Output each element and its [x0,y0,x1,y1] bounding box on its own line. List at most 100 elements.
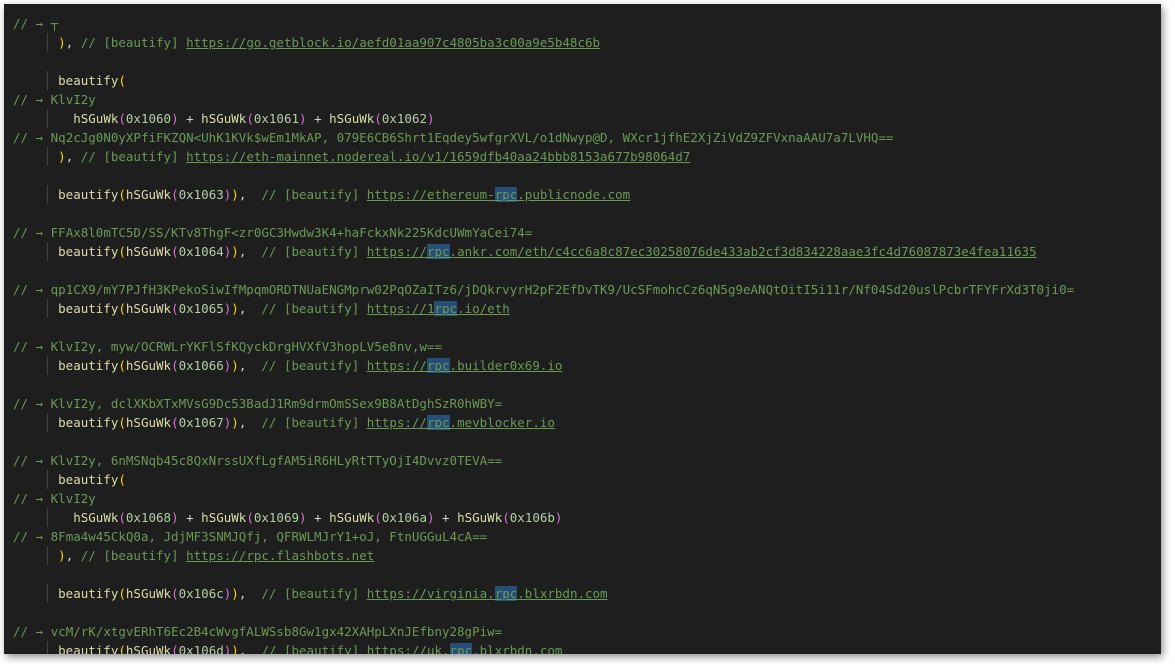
paren: ) [231,244,239,259]
indent-guide [47,33,48,52]
url-link[interactable]: https://1rpc.io/eth [367,301,510,316]
hex-number: 0x1067 [178,415,224,430]
function-name: hSGuWk [457,510,503,525]
function-name: hSGuWk [201,111,247,126]
search-match-highlight: rpc [494,187,518,202]
code-line: beautify(hSGuWk(0x1065)), // [beautify] … [13,299,1161,318]
function-name: hSGuWk [125,301,172,316]
comment-prefix: // → [13,16,51,31]
code-line: // → KlvI2y, 6nMSNqb45c8QxNrssUXfLgfAM5i… [13,451,1161,470]
comment-tag: // [beautify] [261,358,367,373]
function-name: beautify [58,472,119,487]
paren: ( [118,586,126,601]
comment-text: KlvI2y, 6nMSNqb45c8QxNrssUXfLgfAM5iR6HLy… [50,453,503,468]
code-line: // → KlvI2y [13,489,1161,508]
function-name: hSGuWk [73,111,119,126]
hex-number: 0x1066 [178,358,224,373]
indent-guide [47,147,48,166]
comment-tag: // [beautify] [261,415,367,430]
function-name: beautify [58,643,119,654]
code-editor-window: // → ┬ ), // [beautify] https://go.getbl… [4,4,1161,654]
url-link[interactable]: https://rpc.flashbots.net [186,548,374,563]
function-name: beautify [58,73,119,88]
search-match-highlight: rpc [426,244,450,259]
function-name: beautify [58,244,119,259]
comma: , [238,415,262,430]
code-line: hSGuWk(0x1068) + hSGuWk(0x1069) + hSGuWk… [13,508,1161,527]
comment-text: 8Fma4w45CkQ0a, JdjMF3SNMJQfj, QFRWLMJrY1… [50,529,488,544]
operator: + [434,510,458,525]
indent-guide [47,508,48,527]
search-match-highlight: rpc [426,415,450,430]
comma: , [238,586,262,601]
code-line: beautify( [13,470,1161,489]
comment-prefix: // → [13,282,51,297]
comment-prefix: // → [13,130,51,145]
indent-guide [47,71,48,90]
comment-prefix: // → [13,529,51,544]
paren: ( [374,510,382,525]
code-line: beautify(hSGuWk(0x1066)), // [beautify] … [13,356,1161,375]
comment-tag: // [beautify] [261,586,367,601]
indent-guide [47,584,48,603]
code-area[interactable]: // → ┬ ), // [beautify] https://go.getbl… [13,14,1161,654]
search-match-highlight: rpc [434,301,458,316]
function-name: hSGuWk [125,187,172,202]
function-name: beautify [58,358,119,373]
paren: ( [118,510,126,525]
url-link[interactable]: https://eth-mainnet.nodereal.io/v1/1659d… [186,149,690,164]
comma: , [238,358,262,373]
paren: ( [171,358,179,373]
operator: + [178,510,202,525]
paren: ( [118,415,126,430]
comment-text: KlvI2y [50,92,96,107]
paren: ( [502,510,510,525]
comment-tag: // [beautify] [261,643,367,654]
code-line: // → 8Fma4w45CkQ0a, JdjMF3SNMJQfj, QFRWL… [13,527,1161,546]
hex-number: 0x1061 [253,111,300,126]
url-link[interactable]: https://ethereum-rpc.publicnode.com [367,187,630,202]
paren: ) [171,510,179,525]
paren: ) [58,548,66,563]
paren: ( [171,301,179,316]
url-link[interactable]: https://go.getblock.io/aefd01aa907c4805b… [186,35,600,50]
paren: ( [374,111,382,126]
hex-number: 0x1063 [178,187,224,202]
url-link[interactable]: https://rpc.ankr.com/eth/c4cc6a8c87ec302… [367,244,1037,259]
url-link[interactable]: https://rpc.mevblocker.io [367,415,555,430]
code-line: beautify(hSGuWk(0x106d)), // [beautify] … [13,641,1161,654]
indent-guide [47,242,48,261]
function-name: hSGuWk [125,643,172,654]
comment-prefix: // → [13,396,51,411]
comment-text: KlvI2y, dclXKbXTxMVsG9Dc53BadJ1Rm9drmOmS… [50,396,503,411]
comment-prefix: // → [13,624,51,639]
url-link[interactable]: https://rpc.builder0x69.io [367,358,562,373]
comment-prefix: // → [13,225,51,240]
code-line: beautify(hSGuWk(0x1067)), // [beautify] … [13,413,1161,432]
paren: ( [171,586,179,601]
url-link[interactable]: https://virginia.rpc.blxrbdn.com [367,586,608,601]
operator: + [306,510,330,525]
paren: ( [118,301,126,316]
paren: ) [231,358,239,373]
url-link[interactable]: https://uk.rpc.blxrbdn.com [367,643,562,654]
search-match-highlight: rpc [449,643,473,654]
paren: ) [58,35,66,50]
paren: ) [171,111,179,126]
paren: ) [426,111,435,126]
paren: ( [118,643,126,654]
comment-text: KlvI2y, myw/OCRWLrYKFlSfKQyckDrgHVXfV3ho… [50,339,442,354]
code-line: // → vcM/rK/xtgvERhT6Ec2B4cWvgfALWSsb8Gw… [13,622,1161,641]
paren: ) [299,111,307,126]
paren: ) [231,586,239,601]
comma: , [65,149,81,164]
comment-tag: // [beautify] [80,548,187,563]
function-name: hSGuWk [201,510,247,525]
